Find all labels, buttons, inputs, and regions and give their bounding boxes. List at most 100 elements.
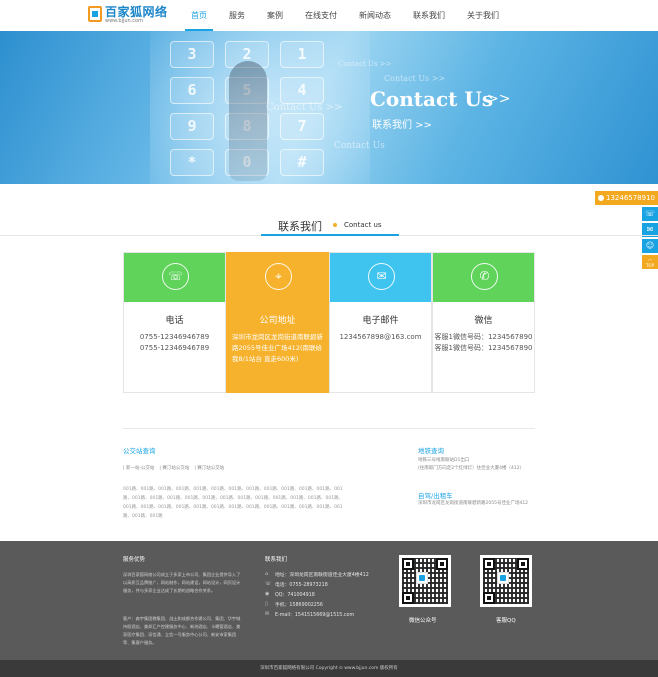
section-title: 联系我们 Contact us [0, 216, 658, 236]
mail-icon: ✉ [368, 263, 395, 290]
nav-item-services[interactable]: 服务 [218, 0, 256, 31]
card-title: 电子邮件 [362, 316, 399, 326]
chat-icon: ☺ [645, 241, 655, 250]
card-line: 客服1微信号码：1234567890 [434, 344, 533, 352]
card-title: 电话 [165, 316, 184, 326]
keypad-key: * [170, 149, 214, 176]
section-underline [261, 234, 399, 236]
wechat-qr-label: 微信公众号 [409, 618, 437, 624]
bus-tag[interactable]: | 赛汀站公交站 [194, 465, 224, 471]
keypad-key: 3 [170, 41, 214, 68]
banner-faded-text: Contact Us >> [384, 74, 446, 83]
footer-contact-row: ☏ 电话：0755-28973218 [265, 579, 369, 589]
card-header: ✉ [330, 253, 431, 302]
qq-icon: ◉ [265, 591, 270, 597]
footer-clients-text: 客户：森宇集团教集团、战土和成都合作建公司、集团、华宇城持股酒店、美邦汇产控建服… [123, 616, 241, 645]
mail-icon: ✉ [265, 611, 270, 617]
banner-faded-text: Contact Us >> [338, 60, 392, 68]
card-line: 0755-12346946789 [139, 333, 210, 341]
logo-url: www.bjjun.com [105, 18, 143, 24]
footer-contact-list: ⌂ 地址：深圳龙岗区南联街道佳业大厦4楼412 ☏ 电话：0755-28973218… [265, 569, 369, 619]
footer-contact-text: 电话：0755-28973218 [275, 582, 328, 588]
section-title-cn: 联系我们 [278, 220, 322, 233]
card-header: ✆ [433, 253, 534, 302]
card-address-text: 深圳市龙岗区龙岗街道南联碧新路2055号佳业广场412(南联给我8/1站台 直走… [232, 333, 323, 363]
footer-contact-row: ◉ QQ：741004918 [265, 589, 369, 599]
logo-name: 百家狐网络 [105, 5, 168, 19]
card-wechat[interactable]: ✆ 微信 客服1微信号码：1234567890 客服1微信号码：12345678… [432, 252, 535, 393]
contact-cards: ☏ 电话 0755-12346946789 0755-12346946789 ⌖… [123, 252, 535, 393]
footer-contact-text: 手机：15869002256 [275, 602, 323, 608]
footer-contact-row: ▯ 手机：15869002256 [265, 599, 369, 609]
phone-icon: ☏ [162, 263, 189, 290]
nav-item-about[interactable]: 关于我们 [456, 0, 510, 31]
section-title-en: Contact us [344, 221, 382, 229]
keypad-key: 4 [280, 77, 324, 104]
mobile-icon: ▯ [265, 601, 268, 607]
header: 百家狐网络 www.bjjun.com 首页 服务 案例 在线支付 新闻动态 联… [0, 0, 658, 31]
metro-text: (往南取门方向走2个红绿灯）往佳业大厦4楼（412） [418, 466, 525, 471]
footer-advantage-text: 深圳百家狐网络公司成立于多家上市公司、集团企业提供导入了以高质互品牌推广，网站制… [123, 572, 241, 593]
card-line: 客服1微信号码：1234567890 [434, 333, 533, 341]
bus-query-title[interactable]: 公交站查询 [123, 445, 156, 455]
keypad-key: 1 [280, 41, 324, 68]
bus-tags: | 新一站·公交站 | 赛汀站公交站 | 赛汀站公交站 [123, 465, 229, 471]
keypad-key: 6 [170, 77, 214, 104]
wechat-qr-code [399, 555, 451, 607]
card-title: 公司地址 [259, 316, 296, 326]
footer-contact-row: ✉ E-mail：1541515669@1515.com [265, 609, 369, 619]
card-email[interactable]: ✉ 电子邮件 1234567898@163.com [329, 252, 432, 393]
card-address[interactable]: ⌖ 公司地址 深圳市龙岗区龙岗街道南联碧新路2055号佳业广场412(南联给我8… [226, 252, 329, 393]
nav-item-news[interactable]: 新闻动态 [348, 0, 402, 31]
drive-title[interactable]: 自驾/出租车 [418, 490, 453, 500]
location-icon: ⌖ [265, 263, 292, 290]
chevron-up-icon: ︿ [648, 256, 652, 261]
card-phone[interactable]: ☏ 电话 0755-12346946789 0755-12346946789 [123, 252, 226, 393]
logo[interactable]: 百家狐网络 www.bjjun.com [88, 6, 168, 25]
keypad-key: # [280, 149, 324, 176]
qq-qr-code [480, 555, 532, 607]
side-chat-button[interactable]: ☺ [642, 239, 658, 253]
hero-banner: 3 2 1 6 5 4 9 8 7 * 0 # Contact Us >> Co… [0, 31, 658, 184]
footer-contact-row: ⌂ 地址：深圳龙岗区南联街道佳业大厦4楼412 [265, 569, 369, 579]
card-line: 0755-12346946789 [139, 344, 210, 352]
bus-tag[interactable]: | 赛汀站公交站 [159, 465, 189, 471]
banner-faded-text: Contact Us >> [266, 102, 343, 113]
footer-contact-title: 联系我们 [265, 557, 288, 563]
phone-icon: ☏ [265, 581, 272, 587]
footer-contact-text: E-mail：1541515669@1515.com [275, 612, 355, 618]
finger-graphic [229, 61, 267, 181]
nav-item-contact[interactable]: 联系我们 [402, 0, 456, 31]
footer: 服务优势 深圳百家狐网络公司成立于多家上市公司、集团企业提供导入了以高质互品牌推… [0, 541, 658, 660]
logo-icon [88, 6, 102, 22]
wechat-icon: ✆ [471, 263, 498, 290]
back-to-top-label: TOP [645, 263, 654, 268]
footer-advantage-title: 服务优势 [123, 557, 146, 563]
section-dot [333, 223, 337, 227]
nav-item-payment[interactable]: 在线支付 [294, 0, 348, 31]
footer-contact-text: QQ：741004918 [275, 592, 315, 598]
banner-arrow: >> [487, 91, 511, 107]
metro-query-title[interactable]: 地铁查询 [418, 445, 444, 455]
main-nav: 首页 服务 案例 在线支付 新闻动态 联系我们 关于我们 [180, 0, 510, 31]
side-phone-badge[interactable]: 13246578910 [595, 191, 658, 205]
footer-contact-text: 地址：深圳龙岗区南联街道佳业大厦4楼412 [275, 572, 369, 578]
nav-item-home[interactable]: 首页 [180, 0, 218, 31]
nav-item-cases[interactable]: 案例 [256, 0, 294, 31]
phone-icon [598, 195, 604, 201]
keypad-key: 7 [280, 113, 324, 140]
banner-subtitle[interactable]: 联系我们 >> [372, 116, 432, 131]
home-icon: ⌂ [265, 571, 269, 577]
metro-text: 地铁三号线南联站D1出口 [418, 458, 470, 463]
card-line: 1234567898@163.com [339, 333, 422, 341]
bus-tag[interactable]: | 新一站·公交站 [123, 465, 154, 471]
bus-routes: 001路、001路、001路、001路、001路、001路、001路、001路、… [123, 487, 344, 519]
back-to-top-button[interactable]: ︿ TOP [642, 255, 658, 269]
side-phone-number: 13246578910 [606, 194, 655, 202]
card-header: ☏ [124, 253, 225, 302]
drive-text: 深圳市龙岗区龙岗街道南联碧新路2055号佳业广场412 [418, 501, 529, 506]
card-header: ⌖ [227, 253, 328, 302]
copyright-bar: 深圳市百家狐网络有限公司 Copyright ⊙ www.bjjun.com 版… [0, 660, 658, 677]
page: 百家狐网络 www.bjjun.com 首页 服务 案例 在线支付 新闻动态 联… [0, 0, 658, 677]
links-divider [123, 428, 535, 429]
